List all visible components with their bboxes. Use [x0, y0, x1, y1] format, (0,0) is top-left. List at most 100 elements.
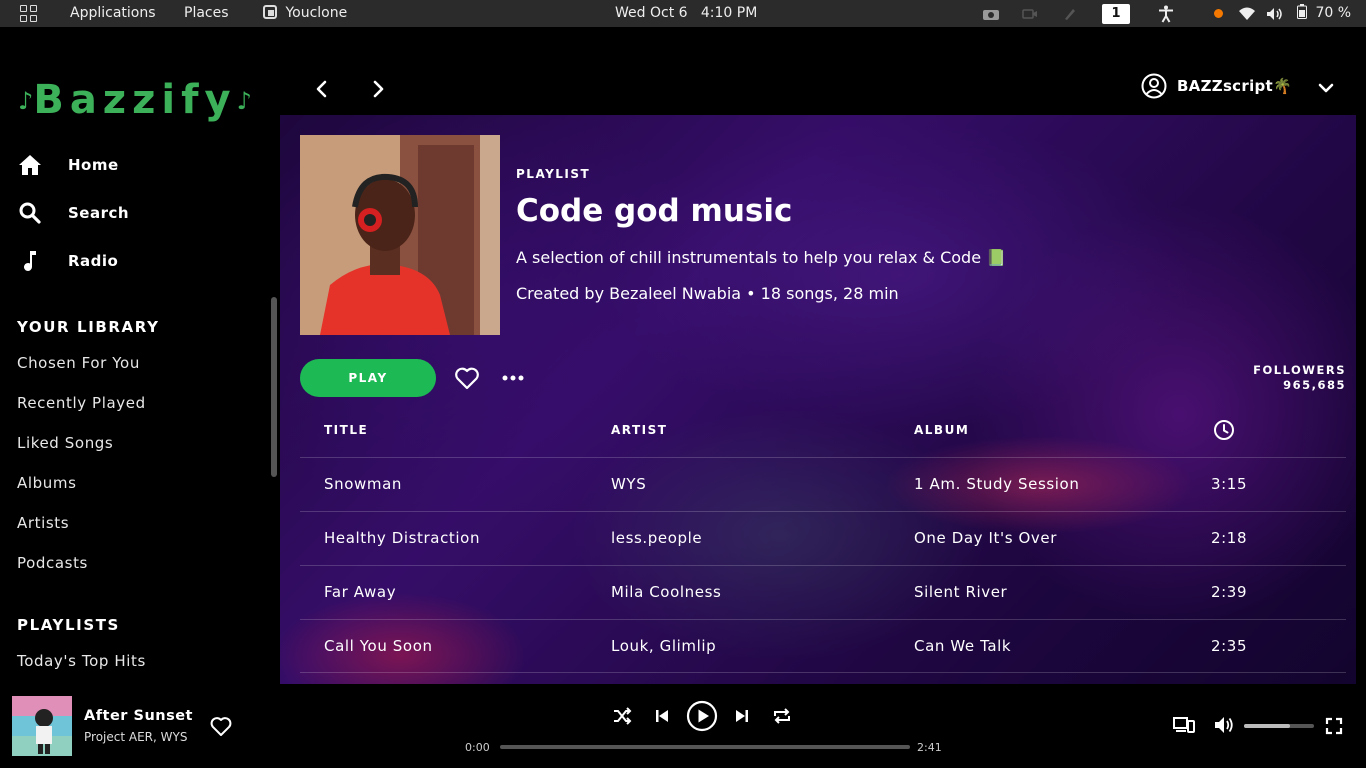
main-header: BAZZscript🌴	[280, 27, 1366, 115]
track-album[interactable]: Silent River	[914, 583, 1007, 601]
playlist-meta: Created by Bezaleel Nwabia • 18 songs, 2…	[516, 284, 899, 303]
column-header-artist[interactable]: ARTIST	[611, 423, 667, 437]
sidebar-scrollbar[interactable]	[271, 297, 277, 477]
library-item-recently-played[interactable]: Recently Played	[17, 394, 146, 412]
table-row[interactable]: Far Away Mila Coolness Silent River 2:39	[300, 565, 1346, 619]
playlist-item[interactable]: Today's Top Hits	[17, 652, 146, 670]
table-row[interactable]: Healthy Distraction less.people One Day …	[300, 511, 1346, 565]
playlist-type-label: PLAYLIST	[516, 167, 591, 181]
playlist-view: PLAYLIST Code god music A selection of c…	[280, 115, 1356, 684]
applications-menu[interactable]: Applications	[70, 0, 156, 27]
nav-search-label: Search	[68, 204, 130, 222]
chevron-down-icon[interactable]	[1317, 79, 1335, 97]
next-track-icon[interactable]	[733, 707, 751, 725]
previous-track-icon[interactable]	[653, 707, 671, 725]
devices-icon[interactable]	[1173, 716, 1195, 734]
forward-arrow-icon[interactable]	[366, 77, 390, 101]
music-note-icon: ♪	[236, 87, 252, 115]
system-top-bar: Applications Places Youclone Wed Oct 6 4…	[0, 0, 1366, 27]
volume-status-icon[interactable]	[1266, 0, 1284, 27]
nav-search[interactable]: Search	[18, 198, 129, 228]
accessibility-icon[interactable]	[1158, 0, 1174, 27]
battery-status[interactable]: 70 %	[1297, 0, 1351, 27]
user-menu[interactable]: BAZZscript🌴	[1141, 73, 1292, 99]
playlists-heading: PLAYLISTS	[17, 616, 120, 634]
nav-home-label: Home	[68, 156, 119, 174]
app-logo[interactable]: ♪Bazzify♪	[18, 77, 252, 123]
playlist-description: A selection of chill instrumentals to he…	[516, 248, 1007, 267]
play-pause-icon[interactable]	[686, 700, 718, 732]
music-note-icon	[24, 251, 36, 271]
wifi-icon[interactable]	[1238, 0, 1256, 27]
back-arrow-icon[interactable]	[310, 77, 334, 101]
workspace-number: 1	[1102, 4, 1130, 24]
video-icon[interactable]	[1022, 0, 1038, 27]
volume-slider[interactable]	[1244, 724, 1314, 728]
track-artist[interactable]: WYS	[611, 475, 646, 493]
track-artist[interactable]: Mila Coolness	[611, 583, 721, 601]
now-playing-title[interactable]: After Sunset	[84, 708, 193, 724]
now-playing-artist[interactable]: Project AER, WYS	[84, 730, 187, 744]
volume-fill	[1244, 724, 1290, 728]
followers-label: FOLLOWERS	[1253, 363, 1346, 377]
playlist-title: Code god music	[516, 193, 793, 229]
track-title: Call You Soon	[324, 637, 433, 655]
time-total: 2:41	[917, 741, 942, 754]
track-album[interactable]: 1 Am. Study Session	[914, 475, 1079, 493]
active-app[interactable]: Youclone	[263, 0, 347, 27]
track-title: Healthy Distraction	[324, 529, 481, 547]
shuffle-icon[interactable]	[612, 706, 632, 726]
heart-icon[interactable]	[454, 366, 480, 390]
sidebar: ♪Bazzify♪ Home Search Radio YOUR LIBRARY…	[0, 27, 280, 684]
column-header-title[interactable]: TITLE	[324, 423, 368, 437]
camera-icon[interactable]	[982, 0, 1000, 27]
track-album[interactable]: Can We Talk	[914, 637, 1011, 655]
heart-icon[interactable]	[210, 715, 232, 737]
fullscreen-icon[interactable]	[1325, 717, 1343, 735]
user-avatar-icon	[1141, 73, 1167, 99]
nav-home[interactable]: Home	[18, 150, 119, 180]
nav-radio[interactable]: Radio	[18, 246, 118, 276]
pen-icon[interactable]	[1063, 0, 1077, 27]
home-icon	[19, 155, 41, 175]
track-album[interactable]: One Day It's Over	[914, 529, 1057, 547]
track-artist[interactable]: Louk, Glimlip	[611, 637, 716, 655]
library-item-liked-songs[interactable]: Liked Songs	[17, 434, 113, 452]
playlist-cover-image	[300, 135, 500, 335]
progress-bar[interactable]	[500, 745, 910, 749]
time-elapsed: 0:00	[465, 741, 490, 754]
library-item-podcasts[interactable]: Podcasts	[17, 554, 88, 572]
track-duration: 2:18	[1211, 529, 1248, 547]
column-header-album[interactable]: ALBUM	[914, 423, 969, 437]
workspace-indicator[interactable]: 1	[1102, 0, 1130, 27]
clock[interactable]: Wed Oct 6 4:10 PM	[615, 0, 757, 27]
followers-count: 965,685	[1283, 378, 1346, 392]
track-duration: 3:15	[1211, 475, 1248, 493]
clock-icon	[1214, 420, 1234, 440]
library-heading: YOUR LIBRARY	[17, 318, 160, 336]
app-grid-icon[interactable]	[20, 5, 37, 22]
places-menu[interactable]: Places	[184, 0, 229, 27]
library-item-chosen-for-you[interactable]: Chosen For You	[17, 354, 140, 372]
now-playing-album-art[interactable]	[12, 696, 72, 756]
track-artist[interactable]: less.people	[611, 529, 702, 547]
library-item-artists[interactable]: Artists	[17, 514, 69, 532]
volume-icon[interactable]	[1213, 715, 1235, 735]
more-options-icon[interactable]	[501, 368, 525, 388]
username: BAZZscript🌴	[1176, 77, 1292, 95]
battery-icon	[1297, 4, 1307, 19]
app-window-icon	[263, 5, 277, 19]
table-row[interactable]: Snowman WYS 1 Am. Study Session 3:15	[300, 457, 1346, 511]
table-row[interactable]: Call You Soon Louk, Glimlip Can We Talk …	[300, 619, 1346, 673]
track-duration: 2:39	[1211, 583, 1248, 601]
music-note-icon: ♪	[18, 87, 34, 115]
player-bar: After Sunset Project AER, WYS 0:00 2:41	[0, 684, 1366, 768]
play-button[interactable]: PLAY	[300, 359, 436, 397]
library-item-albums[interactable]: Albums	[17, 474, 76, 492]
track-title: Snowman	[324, 475, 402, 493]
track-duration: 2:35	[1211, 637, 1248, 655]
battery-percent: 70 %	[1315, 5, 1352, 21]
repeat-icon[interactable]	[772, 706, 792, 726]
track-title: Far Away	[324, 583, 397, 601]
nav-radio-label: Radio	[68, 252, 119, 270]
